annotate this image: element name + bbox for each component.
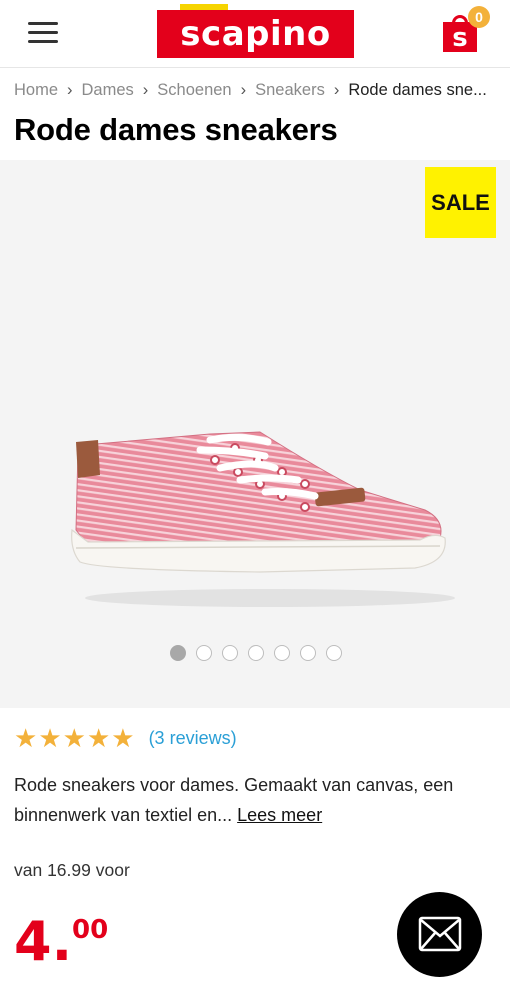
- chevron-right-icon: ›: [67, 81, 73, 99]
- shopping-bag-icon[interactable]: s 0: [443, 6, 490, 53]
- scapino-logo[interactable]: scapino: [157, 10, 354, 58]
- breadcrumb-current: Rode dames sne...: [348, 81, 487, 99]
- reviews-link[interactable]: (3 reviews): [149, 728, 237, 749]
- gallery-dot-5[interactable]: [274, 645, 290, 661]
- gallery-dot-6[interactable]: [300, 645, 316, 661]
- chevron-right-icon: ›: [142, 81, 149, 99]
- chevron-right-icon: ›: [240, 81, 247, 99]
- product-rating: ★ ★ ★ ★ ★ (3 reviews): [14, 724, 237, 752]
- star-icon: ★: [86, 723, 111, 753]
- contact-chat-button[interactable]: [397, 892, 482, 977]
- product-description: Rode sneakers voor dames. Gemaakt van ca…: [14, 770, 504, 830]
- star-icon: ★: [62, 723, 86, 753]
- chevron-right-icon: ›: [333, 81, 340, 99]
- star-icon: ★: [14, 723, 38, 753]
- product-image-gallery[interactable]: SALE: [0, 160, 510, 708]
- breadcrumb-home[interactable]: Home: [14, 81, 58, 99]
- gallery-dot-7[interactable]: [326, 645, 342, 661]
- old-price: van 16.99 voor: [14, 860, 130, 880]
- gallery-dot-1[interactable]: [170, 645, 186, 661]
- gallery-dot-3[interactable]: [222, 645, 238, 661]
- site-header: scapino s 0: [0, 0, 510, 68]
- description-text: Rode sneakers voor dames. Gemaakt van ca…: [14, 775, 454, 825]
- star-rating: ★ ★ ★ ★ ★: [14, 724, 135, 752]
- breadcrumb-dames[interactable]: Dames: [82, 81, 134, 99]
- product-price: 4. 00: [14, 910, 108, 973]
- price-decimals: 00: [72, 915, 109, 945]
- gallery-dot-2[interactable]: [196, 645, 212, 661]
- breadcrumb-schoenen[interactable]: Schoenen: [157, 81, 231, 99]
- product-title: Rode dames sneakers: [14, 112, 338, 147]
- cart-count-badge: 0: [468, 6, 490, 28]
- hamburger-icon[interactable]: [28, 22, 58, 44]
- breadcrumb: Home › Dames › Schoenen › Sneakers › Rode dames …: [14, 81, 504, 103]
- cart-letter: s: [443, 22, 477, 53]
- gallery-pagination: [170, 645, 342, 663]
- price-integer: 4.: [14, 910, 73, 973]
- read-more-link[interactable]: Lees meer: [237, 805, 322, 825]
- gallery-dot-4[interactable]: [248, 645, 264, 661]
- sale-badge: SALE: [425, 167, 496, 238]
- product-image-sneaker[interactable]: [60, 420, 460, 620]
- star-icon: ★: [38, 723, 62, 753]
- envelope-icon: [418, 916, 462, 952]
- breadcrumb-sneakers[interactable]: Sneakers: [255, 81, 325, 99]
- star-icon: ★: [111, 723, 135, 753]
